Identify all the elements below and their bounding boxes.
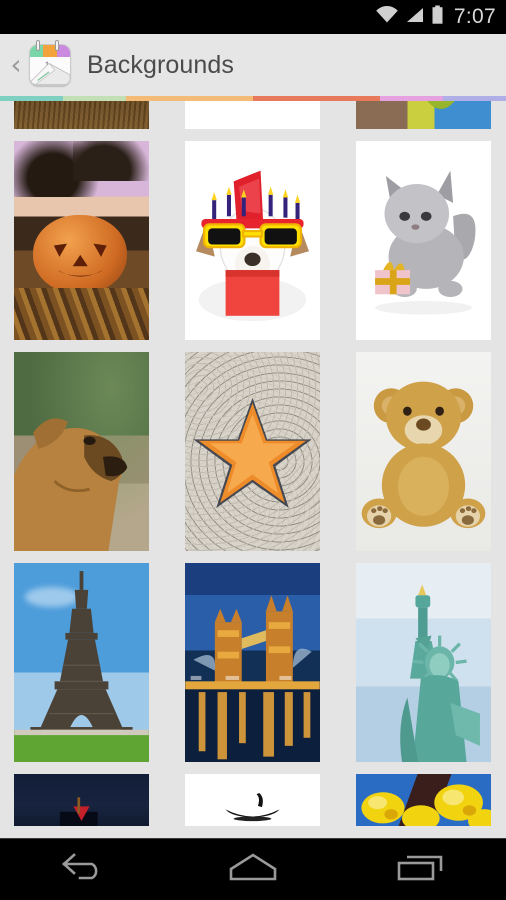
cellular-signal-icon: [405, 6, 425, 29]
boxer-puppy-background[interactable]: [14, 352, 149, 551]
grid-row: [0, 352, 506, 551]
thumbnail-image: [185, 352, 320, 551]
wood-texture-background[interactable]: [14, 101, 149, 129]
thumbnail-image: [356, 141, 491, 340]
thumbnail-image: [14, 101, 149, 129]
status-bar-clock: 7:07: [453, 4, 496, 28]
grid-row: [0, 774, 506, 826]
app-icon-ring-right: [55, 40, 59, 51]
thumbnail-image: [356, 101, 491, 129]
eiffel-tower-background[interactable]: [14, 563, 149, 762]
app-icon-page-curl: [30, 62, 70, 85]
grid-row-gap: [0, 129, 506, 141]
birthday-dog-background[interactable]: [185, 141, 320, 340]
recents-button[interactable]: [367, 839, 477, 900]
up-navigation-caret-icon[interactable]: ‹: [6, 51, 26, 79]
halloween-pumpkin-background[interactable]: [14, 141, 149, 340]
thumbnail-image: [356, 563, 491, 762]
teddy-bear-background[interactable]: [356, 352, 491, 551]
back-button[interactable]: [29, 839, 139, 900]
night-sky-background[interactable]: [14, 774, 149, 826]
home-button[interactable]: [198, 839, 308, 900]
thumbnail-image: [14, 141, 149, 340]
thumbnail-image: [356, 352, 491, 551]
gondola-background[interactable]: [185, 774, 320, 826]
android-navigation-bar: [0, 838, 506, 900]
grid-row-gap: [0, 762, 506, 774]
kitten-gift-background[interactable]: [356, 141, 491, 340]
app-icon-frame: 1: [29, 44, 71, 86]
recent-apps-icon: [395, 851, 449, 888]
wifi-icon: [375, 5, 399, 29]
calendar-app-icon: 1: [27, 40, 73, 88]
tower-bridge-background[interactable]: [185, 563, 320, 762]
thumbnail-image: [185, 101, 320, 129]
page-title: Backgrounds: [87, 50, 235, 79]
thumbnail-image: [14, 774, 149, 826]
grid-row: [0, 563, 506, 762]
back-arrow-icon: [58, 852, 110, 887]
battery-icon: [431, 5, 444, 30]
grid-row: [0, 101, 506, 129]
grid-row-gap: [0, 826, 506, 838]
app-icon-ring-left: [36, 40, 40, 51]
grid-row: [0, 141, 506, 340]
grid-row-gap: [0, 551, 506, 563]
thumbnail-image: [14, 563, 149, 762]
status-bar: 7:07: [0, 0, 506, 34]
backgrounds-grid[interactable]: [0, 101, 506, 838]
thumbnail-image: [356, 774, 491, 826]
thumbnail-image: [14, 352, 149, 551]
thumbnail-image: [185, 141, 320, 340]
white-background[interactable]: [185, 101, 320, 129]
home-icon: [225, 851, 281, 888]
action-bar: ‹ 1 Backgrounds: [0, 34, 506, 96]
grid-row-gap: [0, 340, 506, 352]
statue-of-liberty-background[interactable]: [356, 563, 491, 762]
yellow-flowers-background[interactable]: [356, 774, 491, 826]
starfish-background[interactable]: [185, 352, 320, 551]
thumbnail-image: [185, 774, 320, 826]
thumbnail-image: [185, 563, 320, 762]
globe-map-background[interactable]: [356, 101, 491, 129]
